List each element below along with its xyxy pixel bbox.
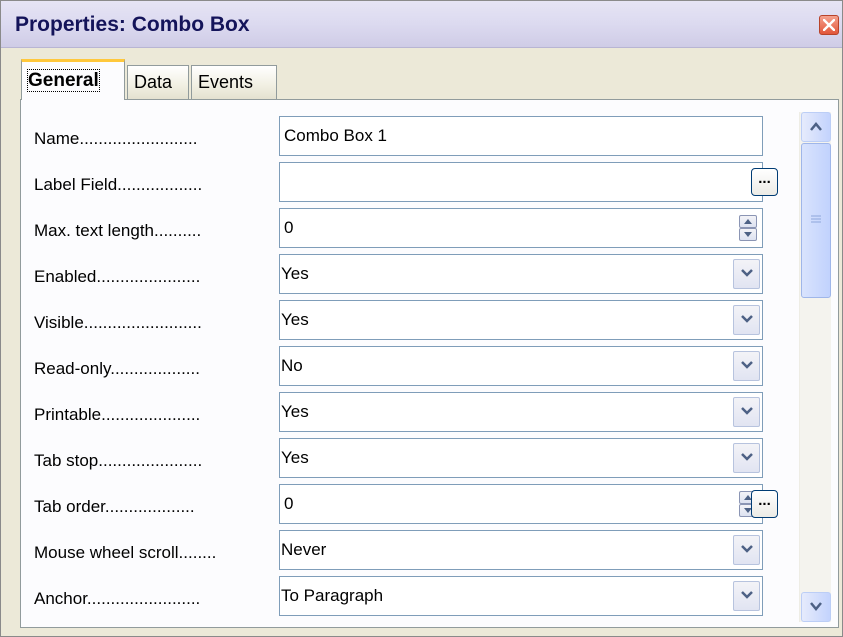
chevron-down-icon[interactable]: [733, 259, 760, 289]
name-value: Combo Box 1: [284, 126, 387, 145]
mouse-wheel-scroll-value: Never: [281, 540, 327, 559]
tab-stop-value: Yes: [281, 448, 309, 467]
enabled-value: Yes: [281, 264, 309, 283]
max-text-length-value: 0: [284, 218, 294, 237]
property-label: Enabled......................: [34, 267, 201, 286]
spin-up-button[interactable]: [739, 215, 757, 228]
chevron-down-icon[interactable]: [733, 351, 760, 381]
vertical-scrollbar[interactable]: [799, 112, 831, 622]
scrollbar-thumb[interactable]: [801, 143, 831, 298]
property-row-mouse-wheel-scroll: Mouse wheel scroll........ Never: [21, 530, 801, 570]
property-row-anchor: Anchor........................ To Paragr…: [21, 576, 801, 616]
grip-icon: [811, 215, 821, 223]
property-label: Tab order...................: [34, 497, 195, 516]
tab-events-label: Events: [198, 72, 254, 92]
property-row-read-only: Read-only................... No: [21, 346, 801, 386]
spin-down-button[interactable]: [739, 228, 757, 241]
enabled-select[interactable]: Yes: [279, 254, 763, 294]
tab-order-browse-button[interactable]: ...: [751, 490, 778, 518]
ellipsis-label: ...: [758, 170, 771, 187]
dialog-title: Properties: Combo Box: [15, 13, 250, 36]
arrow-up-icon: [810, 122, 822, 131]
property-label: Visible.........................: [34, 313, 202, 332]
property-row-max-text-length: Max. text length.......... 0: [21, 208, 801, 248]
tab-data[interactable]: Data: [127, 65, 189, 99]
printable-select[interactable]: Yes: [279, 392, 763, 432]
chevron-down-icon[interactable]: [733, 397, 760, 427]
general-tab-panel: Name......................... Combo Box …: [20, 99, 839, 628]
property-row-name: Name......................... Combo Box …: [21, 116, 801, 156]
title-bar[interactable]: Properties: Combo Box: [1, 1, 842, 48]
property-label: Tab stop......................: [34, 451, 203, 470]
name-input[interactable]: Combo Box 1: [279, 116, 763, 156]
label-field-browse-button[interactable]: ...: [751, 168, 778, 196]
chevron-down-icon[interactable]: [733, 443, 760, 473]
ellipsis-label: ...: [758, 492, 771, 509]
scroll-up-button[interactable]: [801, 112, 831, 142]
anchor-select[interactable]: To Paragraph: [279, 576, 763, 616]
tab-general-label: General: [27, 69, 100, 92]
chevron-down-icon[interactable]: [733, 305, 760, 335]
property-label: Label Field..................: [34, 175, 203, 194]
arrow-down-icon: [810, 602, 822, 611]
property-label: Printable.....................: [34, 405, 201, 424]
property-row-enabled: Enabled...................... Yes: [21, 254, 801, 294]
property-label: Name.........................: [34, 129, 198, 148]
read-only-value: No: [281, 356, 303, 375]
tab-general[interactable]: General: [21, 59, 125, 100]
property-row-tab-stop: Tab stop...................... Yes: [21, 438, 801, 478]
property-row-printable: Printable..................... Yes: [21, 392, 801, 432]
tab-order-input[interactable]: 0: [279, 484, 763, 524]
visible-select[interactable]: Yes: [279, 300, 763, 340]
chevron-down-icon[interactable]: [733, 581, 760, 611]
max-text-length-input[interactable]: 0: [279, 208, 763, 248]
property-label: Read-only...................: [34, 359, 200, 378]
close-icon: [823, 19, 835, 31]
printable-value: Yes: [281, 402, 309, 421]
tab-stop-select[interactable]: Yes: [279, 438, 763, 478]
property-label: Anchor........................: [34, 589, 201, 608]
property-label: Max. text length..........: [34, 221, 202, 240]
chevron-down-icon[interactable]: [733, 535, 760, 565]
label-field-input[interactable]: [279, 162, 763, 202]
visible-value: Yes: [281, 310, 309, 329]
tab-order-value: 0: [284, 494, 294, 513]
scroll-down-button[interactable]: [801, 592, 831, 622]
spin-arrows-icon[interactable]: [739, 215, 757, 241]
tab-events[interactable]: Events: [191, 65, 277, 99]
mouse-wheel-scroll-select[interactable]: Never: [279, 530, 763, 570]
property-row-visible: Visible......................... Yes: [21, 300, 801, 340]
read-only-select[interactable]: No: [279, 346, 763, 386]
property-row-tab-order: Tab order................... 0 ...: [21, 484, 801, 524]
close-button[interactable]: [819, 15, 839, 35]
anchor-value: To Paragraph: [281, 586, 384, 605]
properties-dialog: Properties: Combo Box General Data Event…: [0, 0, 843, 637]
tab-data-label: Data: [134, 72, 173, 92]
property-label: Mouse wheel scroll........: [34, 543, 217, 562]
property-row-label-field: Label Field.................. ...: [21, 162, 801, 202]
